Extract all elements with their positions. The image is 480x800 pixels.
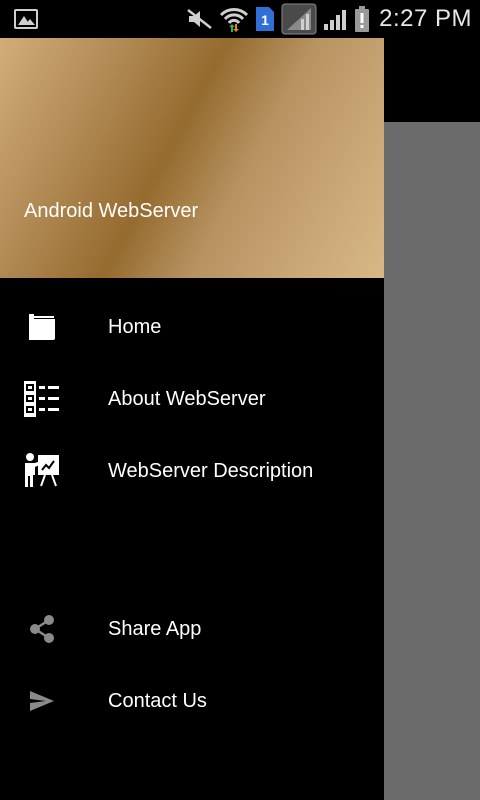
menu-item-about[interactable]: About WebServer bbox=[0, 363, 384, 435]
navigation-drawer: Android WebServer Home About WebServer W… bbox=[0, 38, 384, 800]
send-icon bbox=[22, 681, 62, 721]
share-icon bbox=[22, 609, 62, 649]
status-time: 2:27 PM bbox=[379, 5, 472, 32]
menu-item-description[interactable]: WebServer Description bbox=[0, 435, 384, 507]
menu-item-label: Share App bbox=[108, 617, 202, 640]
checklist-icon bbox=[22, 379, 62, 419]
menu-item-label: Home bbox=[108, 315, 162, 338]
sim-icon: 1 bbox=[256, 7, 275, 31]
status-bar: 1 2:27 PM bbox=[0, 0, 480, 38]
menu-item-share[interactable]: Share App bbox=[0, 593, 384, 665]
home-card-icon bbox=[22, 307, 62, 347]
menu-item-label: Contact Us bbox=[108, 689, 207, 712]
presentation-icon bbox=[22, 451, 62, 491]
menu-item-label: WebServer Description bbox=[108, 459, 314, 482]
wifi-icon bbox=[220, 8, 249, 32]
signal-icon bbox=[281, 3, 317, 35]
mute-icon bbox=[187, 9, 212, 29]
menu-item-contact[interactable]: Contact Us bbox=[0, 665, 384, 737]
battery-alert-icon bbox=[355, 6, 370, 32]
sim-badge: 1 bbox=[261, 12, 269, 28]
drawer-header: Android WebServer bbox=[0, 38, 384, 278]
menu-item-label: About WebServer bbox=[108, 387, 266, 410]
menu-item-home[interactable]: Home bbox=[0, 291, 384, 363]
drawer-title: Android WebServer bbox=[24, 200, 199, 222]
status-icons: 1 2:27 PM bbox=[187, 0, 472, 38]
signal-icon bbox=[324, 10, 347, 30]
image-icon bbox=[14, 9, 38, 29]
